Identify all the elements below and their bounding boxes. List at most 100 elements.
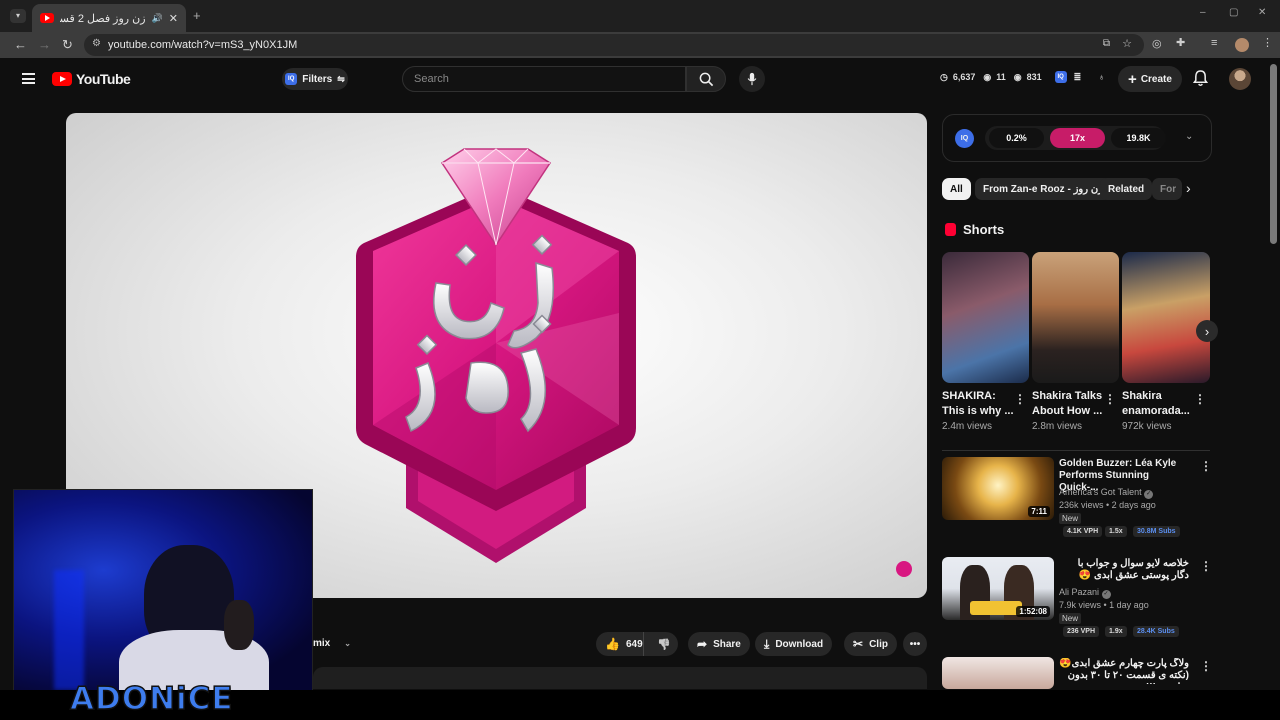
chip-all[interactable]: All bbox=[942, 178, 971, 200]
video-title[interactable]: خلاصه لایو سوال و جواب با دگار پوستی عشق… bbox=[1059, 558, 1189, 582]
video-menu-icon[interactable]: ⋮ bbox=[1200, 559, 1212, 573]
browser-tab-active[interactable]: زن روز فصل 2 قسمت 31 - ... 🔊 ✕ bbox=[32, 4, 186, 32]
search-input[interactable]: Search bbox=[402, 66, 686, 92]
channel-name-text: Ali Pazani bbox=[1059, 587, 1100, 597]
browser-menu-icon[interactable]: ⋮ bbox=[1262, 38, 1273, 49]
video-thumbnail[interactable]: 1:52:08 bbox=[942, 557, 1054, 620]
voice-search-button[interactable] bbox=[739, 66, 765, 92]
close-window-icon[interactable]: ✕ bbox=[1258, 8, 1266, 18]
extension-icon-1[interactable]: ◎ bbox=[1152, 39, 1162, 50]
short-views: 2.4m views bbox=[942, 421, 993, 432]
search-button[interactable] bbox=[686, 66, 726, 92]
short-title[interactable]: Shakira enamorada... bbox=[1122, 389, 1196, 419]
minimize-icon[interactable]: – bbox=[1200, 8, 1206, 18]
short-menu-icon[interactable]: ⋮ bbox=[1014, 392, 1026, 406]
channel-name[interactable]: America's Got Talent ✓ bbox=[1059, 487, 1154, 499]
scrollbar[interactable] bbox=[1270, 64, 1277, 244]
logo-text: YouTube bbox=[76, 71, 131, 87]
video-thumbnail[interactable] bbox=[942, 657, 1054, 689]
chip-from-channel[interactable]: From Zan-e Rooz - زن روز bbox=[975, 178, 1112, 200]
chip-label: From Zan-e Rooz - زن روز bbox=[983, 183, 1104, 195]
chip-for-you[interactable]: For bbox=[1152, 178, 1182, 200]
clip-label: Clip bbox=[869, 638, 888, 650]
tab-close-icon[interactable]: ✕ bbox=[169, 12, 178, 25]
badge-icon[interactable]: ♁ bbox=[1098, 72, 1105, 82]
media-control-icon[interactable]: ≡ bbox=[1211, 38, 1217, 49]
more-horizontal-icon: ••• bbox=[909, 638, 921, 650]
ext-pct-pill[interactable]: 0.2% bbox=[989, 128, 1044, 148]
more-actions-button[interactable]: ••• bbox=[903, 632, 927, 656]
filters-button[interactable]: IQ Filters ⇋ bbox=[282, 68, 348, 90]
like-dislike-group: 👍 649 👎 bbox=[596, 632, 678, 656]
new-badge: New bbox=[1059, 513, 1082, 524]
youtube-favicon-icon bbox=[40, 13, 54, 23]
iq-ext-icon[interactable]: IQ bbox=[1054, 71, 1067, 83]
video-title[interactable]: ولاگ پارت چهارم عشق ابدی😍 (نکته ی قسمت ۲… bbox=[1059, 658, 1189, 684]
clock-icon: ◷ bbox=[940, 71, 948, 82]
shorts-icon bbox=[945, 223, 956, 236]
video-menu-icon[interactable]: ⋮ bbox=[1200, 459, 1212, 473]
shorts-heading: Shorts bbox=[963, 222, 1005, 237]
channel-name-fragment[interactable]: mix ⌄ bbox=[313, 638, 351, 649]
forward-icon[interactable]: → bbox=[38, 38, 51, 51]
verified-icon: ✓ bbox=[1144, 490, 1154, 499]
notifications-bell-icon[interactable] bbox=[1192, 70, 1209, 92]
reload-icon[interactable]: ↻ bbox=[62, 38, 73, 51]
short-title[interactable]: SHAKIRA: This is why ... bbox=[942, 389, 1016, 419]
extensions-puzzle-icon[interactable]: ✚ bbox=[1176, 38, 1185, 49]
profile-avatar-icon[interactable] bbox=[1235, 38, 1249, 52]
site-info-icon[interactable]: ⚙ bbox=[92, 38, 101, 49]
short-thumbnail[interactable] bbox=[1122, 252, 1210, 383]
short-menu-icon[interactable]: ⋮ bbox=[1194, 392, 1206, 406]
search-icon bbox=[699, 72, 713, 86]
create-button[interactable]: + Create bbox=[1118, 66, 1182, 92]
clip-button[interactable]: ✂ Clip bbox=[844, 632, 897, 656]
shorts-next-button[interactable]: › bbox=[1196, 320, 1218, 342]
like-button[interactable]: 👍 649 bbox=[596, 632, 644, 656]
back-icon[interactable]: ← bbox=[14, 38, 27, 51]
account-avatar[interactable] bbox=[1229, 68, 1251, 90]
share-button[interactable]: ➦ Share bbox=[688, 632, 750, 656]
ext-mult-pill[interactable]: 17x bbox=[1050, 128, 1105, 148]
vidiq-logo-icon[interactable]: IQ bbox=[955, 129, 974, 148]
plus-icon: + bbox=[1128, 70, 1137, 88]
ext-count-pill[interactable]: 19.8K bbox=[1111, 128, 1166, 148]
chip-label: All bbox=[950, 183, 963, 195]
download-button[interactable]: ⤓ Download bbox=[755, 632, 833, 656]
short-title[interactable]: Shakira Talks About How ... bbox=[1032, 389, 1106, 419]
restore-icon[interactable]: ▢ bbox=[1229, 8, 1238, 18]
views-icon: ◉ bbox=[1013, 71, 1022, 82]
chip-label: Related bbox=[1108, 183, 1145, 195]
chevron-down-icon[interactable]: ⌄ bbox=[1185, 131, 1193, 142]
youtube-play-icon bbox=[52, 72, 72, 86]
guide-menu-icon[interactable] bbox=[22, 73, 35, 84]
chevron-down-icon[interactable]: ⌄ bbox=[344, 639, 351, 648]
adonice-watermark-front: ADONiCE bbox=[69, 680, 234, 718]
video-menu-icon[interactable]: ⋮ bbox=[1200, 659, 1212, 673]
vph-chip: 236 VPH bbox=[1063, 626, 1100, 637]
list-icon[interactable]: ≣ bbox=[1074, 72, 1082, 83]
description-box[interactable] bbox=[313, 667, 927, 689]
youtube-logo[interactable]: YouTube bbox=[52, 71, 131, 87]
chip-related[interactable]: Related bbox=[1100, 178, 1153, 200]
install-icon[interactable]: ⧉ bbox=[1103, 38, 1110, 49]
short-thumbnail[interactable] bbox=[942, 252, 1029, 383]
share-label: Share bbox=[713, 638, 741, 650]
bookmark-star-icon[interactable]: ☆ bbox=[1122, 37, 1132, 50]
channel-name[interactable]: Ali Pazani ✓ bbox=[1059, 587, 1111, 599]
dislike-button[interactable]: 👎 bbox=[650, 632, 678, 656]
audio-playing-icon[interactable]: 🔊 bbox=[152, 13, 163, 24]
eye-icon: ◉ bbox=[983, 71, 992, 82]
microphone-icon bbox=[747, 72, 757, 86]
address-bar[interactable]: ⚙ youtube.com/watch?v=mS3_yN0X1JM ⧉ ☆ bbox=[84, 34, 1144, 56]
short-thumbnail[interactable] bbox=[1032, 252, 1119, 383]
tab-search-icon[interactable]: ▾ bbox=[10, 9, 26, 23]
video-thumbnail[interactable]: 7:11 bbox=[942, 457, 1054, 520]
stat-eye: 11 bbox=[996, 72, 1006, 82]
chips-next-icon[interactable]: › bbox=[1186, 180, 1191, 196]
short-menu-icon[interactable]: ⋮ bbox=[1104, 392, 1116, 406]
ratio-chip: 1.5x bbox=[1105, 526, 1127, 537]
like-count: 649 bbox=[625, 638, 643, 650]
channel-name-text: America's Got Talent bbox=[1059, 487, 1142, 497]
new-tab-icon[interactable]: + bbox=[193, 9, 201, 22]
